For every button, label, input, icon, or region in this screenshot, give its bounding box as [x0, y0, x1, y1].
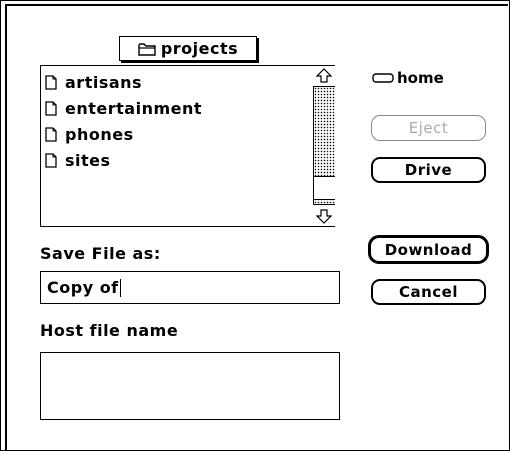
save-file-label: Save File as: [40, 244, 161, 263]
scroll-down-arrow[interactable] [313, 204, 335, 226]
arrow-up-icon [316, 68, 332, 83]
list-item[interactable]: phones [45, 123, 134, 145]
list-item[interactable]: artisans [45, 71, 142, 93]
save-file-value: Copy of [47, 278, 119, 297]
document-icon [45, 152, 57, 168]
file-list[interactable]: artisans entertainment phones sites [40, 65, 335, 227]
document-icon [45, 126, 57, 142]
save-file-input[interactable]: Copy of [40, 271, 340, 304]
text-caret [119, 278, 121, 297]
folder-popup[interactable]: projects [119, 36, 257, 61]
cancel-button[interactable]: Cancel [371, 279, 486, 305]
list-item-label: artisans [65, 72, 143, 92]
host-file-input[interactable] [40, 352, 340, 420]
host-file-label: Host file name [40, 321, 179, 340]
list-item-label: entertainment [65, 98, 203, 118]
list-item-label: phones [65, 124, 134, 144]
arrow-down-icon [316, 208, 332, 224]
document-icon [45, 100, 57, 116]
scroll-thumb[interactable] [314, 176, 335, 200]
list-item[interactable]: sites [45, 149, 111, 171]
eject-button[interactable]: Eject [371, 115, 486, 141]
drive-name: home [397, 69, 444, 87]
current-drive: home [372, 67, 492, 89]
list-item[interactable]: entertainment [45, 97, 202, 119]
disk-icon [372, 73, 394, 83]
drive-button[interactable]: Drive [371, 157, 486, 183]
download-button[interactable]: Download [368, 235, 489, 264]
list-item-label: sites [65, 150, 111, 170]
scroll-up-arrow[interactable] [313, 66, 335, 87]
folder-popup-label: projects [160, 39, 239, 58]
document-icon [45, 74, 57, 90]
folder-icon [138, 42, 156, 56]
